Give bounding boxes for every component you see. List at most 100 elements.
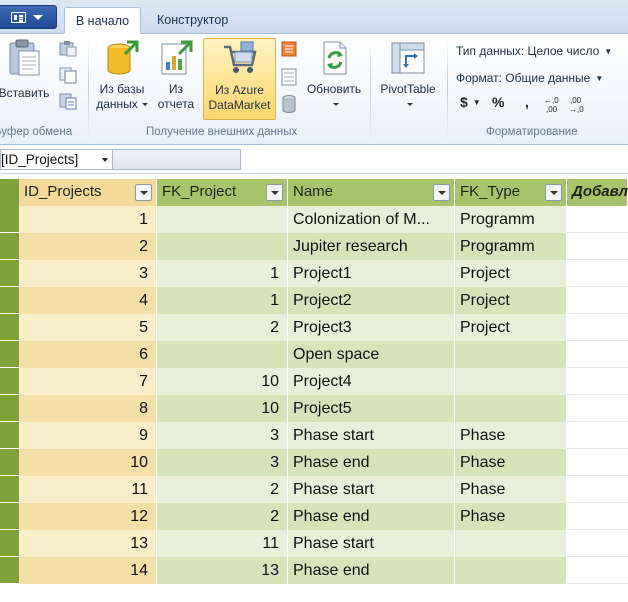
add-column-cell[interactable] — [567, 557, 628, 584]
currency-button[interactable]: $ ▼ — [460, 94, 481, 110]
add-column-cell[interactable] — [567, 260, 628, 287]
row-selector[interactable] — [0, 395, 19, 422]
column-header-fk-type[interactable]: FK_Type — [455, 179, 567, 206]
add-column-cell[interactable] — [567, 314, 628, 341]
from-azure-datamarket-button[interactable]: Из Azure DataMarket — [203, 38, 276, 120]
table-cell-id[interactable]: 12 — [19, 503, 157, 530]
table-cell-id[interactable]: 1 — [19, 206, 157, 233]
table-cell-fk-type[interactable]: Phase — [455, 422, 567, 449]
add-column-cell[interactable] — [567, 233, 628, 260]
table-cell-id[interactable]: 14 — [19, 557, 157, 584]
row-selector[interactable] — [0, 206, 19, 233]
row-selector[interactable] — [0, 449, 19, 476]
name-box[interactable]: [ID_Projects] — [0, 149, 113, 170]
cut-icon[interactable] — [58, 40, 78, 61]
filter-dropdown-icon[interactable] — [433, 184, 450, 201]
add-column-cell[interactable] — [567, 341, 628, 368]
table-cell-fk-type[interactable]: Project — [455, 314, 567, 341]
table-cell-id[interactable]: 4 — [19, 287, 157, 314]
table-cell-fk-project[interactable]: 10 — [157, 368, 288, 395]
refresh-button[interactable]: Обновить — [302, 38, 366, 120]
comma-style-button[interactable]: , — [525, 94, 529, 110]
decrease-decimal-icon[interactable]: ,00 →,0 — [568, 94, 590, 117]
table-cell-id[interactable]: 6 — [19, 341, 157, 368]
tab-designer[interactable]: Конструктор — [150, 7, 235, 34]
table-cell-name[interactable]: Project4 — [288, 368, 455, 395]
add-column-cell[interactable] — [567, 503, 628, 530]
row-selector[interactable] — [0, 368, 19, 395]
tab-home[interactable]: В начало — [64, 7, 141, 34]
database-small-icon[interactable] — [281, 94, 297, 117]
table-cell-fk-project[interactable]: 1 — [157, 287, 288, 314]
table-cell-id[interactable]: 10 — [19, 449, 157, 476]
add-column-cell[interactable] — [567, 206, 628, 233]
table-cell-fk-project[interactable]: 2 — [157, 314, 288, 341]
row-selector[interactable] — [0, 422, 19, 449]
format-select[interactable]: Формат: Общие данные ▼ — [456, 71, 603, 85]
table-cell-id[interactable]: 3 — [19, 260, 157, 287]
table-cell-fk-type[interactable]: Programm — [455, 206, 567, 233]
filter-dropdown-icon[interactable] — [266, 184, 283, 201]
table-cell-fk-project[interactable]: 3 — [157, 449, 288, 476]
column-header-fk-project[interactable]: FK_Project — [157, 179, 288, 206]
table-cell-fk-project[interactable]: 1 — [157, 260, 288, 287]
table-cell-fk-project[interactable]: 2 — [157, 503, 288, 530]
table-cell-fk-type[interactable] — [455, 395, 567, 422]
table-cell-fk-type[interactable]: Programm — [455, 233, 567, 260]
table-cell-fk-type[interactable] — [455, 530, 567, 557]
table-cell-id[interactable]: 5 — [19, 314, 157, 341]
filter-dropdown-icon[interactable] — [545, 184, 562, 201]
data-type-select[interactable]: Тип данных: Целое число ▼ — [456, 44, 612, 58]
add-column-cell[interactable] — [567, 422, 628, 449]
table-cell-name[interactable]: Project5 — [288, 395, 455, 422]
add-column-cell[interactable] — [567, 530, 628, 557]
table-cell-name[interactable]: Phase end — [288, 449, 455, 476]
table-cell-fk-project[interactable]: 10 — [157, 395, 288, 422]
row-selector[interactable] — [0, 260, 19, 287]
table-cell-name[interactable]: Project2 — [288, 287, 455, 314]
paste-button[interactable]: Вставить — [0, 38, 54, 120]
row-selector[interactable] — [0, 503, 19, 530]
table-cell-name[interactable]: Project1 — [288, 260, 455, 287]
table-cell-fk-project[interactable] — [157, 233, 288, 260]
add-column-cell[interactable] — [567, 368, 628, 395]
table-cell-id[interactable]: 7 — [19, 368, 157, 395]
table-cell-fk-type[interactable]: Phase — [455, 503, 567, 530]
pivottable-button[interactable]: PivotTable — [374, 38, 442, 120]
column-header-id[interactable]: ID_Projects — [19, 179, 157, 206]
row-selector[interactable] — [0, 314, 19, 341]
table-cell-name[interactable]: Jupiter research — [288, 233, 455, 260]
table-cell-fk-type[interactable]: Project — [455, 287, 567, 314]
table-cell-name[interactable]: Phase start — [288, 530, 455, 557]
from-report-button[interactable]: Из отчета — [153, 38, 199, 120]
table-icon[interactable] — [281, 68, 297, 89]
add-column-cell[interactable] — [567, 287, 628, 314]
table-cell-name[interactable]: Colonization of M... — [288, 206, 455, 233]
add-column-header[interactable]: Добавл — [567, 179, 628, 206]
copy-icon[interactable] — [58, 66, 78, 87]
existing-connections-icon[interactable] — [281, 41, 297, 60]
table-cell-id[interactable]: 9 — [19, 422, 157, 449]
table-cell-id[interactable]: 2 — [19, 233, 157, 260]
table-cell-fk-project[interactable]: 11 — [157, 530, 288, 557]
row-selector[interactable] — [0, 287, 19, 314]
add-column-cell[interactable] — [567, 476, 628, 503]
table-cell-fk-type[interactable]: Phase — [455, 476, 567, 503]
from-database-button[interactable]: Из базы данных — [93, 38, 151, 120]
row-selector[interactable] — [0, 530, 19, 557]
table-cell-name[interactable]: Phase start — [288, 476, 455, 503]
row-selector[interactable] — [0, 341, 19, 368]
formula-input[interactable] — [113, 149, 241, 170]
table-cell-name[interactable]: Phase start — [288, 422, 455, 449]
row-selector[interactable] — [0, 476, 19, 503]
table-cell-name[interactable]: Phase end — [288, 557, 455, 584]
table-cell-id[interactable]: 8 — [19, 395, 157, 422]
table-cell-fk-type[interactable] — [455, 368, 567, 395]
table-cell-fk-type[interactable]: Phase — [455, 449, 567, 476]
table-cell-name[interactable]: Open space — [288, 341, 455, 368]
table-cell-id[interactable]: 11 — [19, 476, 157, 503]
increase-decimal-icon[interactable]: ←,0,00 — [542, 94, 564, 117]
application-menu-button[interactable] — [0, 5, 57, 29]
row-selector[interactable] — [0, 233, 19, 260]
table-cell-fk-project[interactable]: 2 — [157, 476, 288, 503]
